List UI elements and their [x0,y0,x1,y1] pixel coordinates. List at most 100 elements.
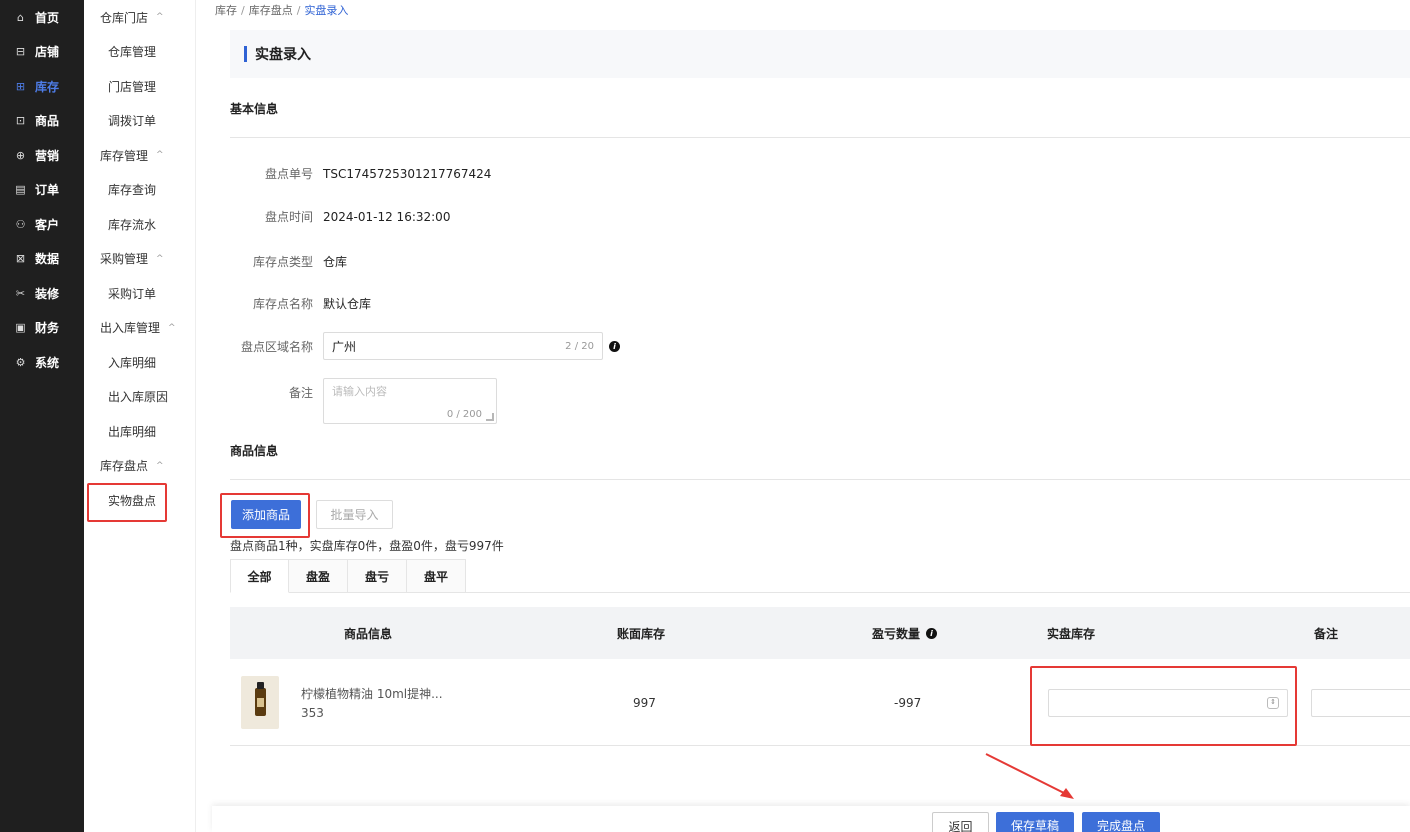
product-cell: 柠檬植物精油 10ml提神... 353 [241,659,443,746]
name-label: 库存点名称 [252,297,313,311]
tab-2[interactable]: 盘亏 [348,559,407,593]
sidebar-item-label: 入库明细 [108,355,157,370]
order-no-label: 盘点单号 [264,167,313,181]
save-draft-button[interactable]: 保存草稿 [996,812,1074,832]
nav-item-label: 客户 [35,217,60,232]
product-name[interactable]: 柠檬植物精油 10ml提神... [301,685,443,702]
sidebar-item[interactable]: 仓库管理 [84,35,195,70]
table-row: 柠檬植物精油 10ml提神... 353 997 -997 ⇕ [230,659,1410,746]
basic-info-title: 基本信息 [230,102,279,116]
type-label: 库存点类型 [252,255,313,269]
inventory-icon: ⊞ [15,79,26,93]
product-code: 353 [301,706,324,720]
nav-group-label: 采购管理 [100,252,149,267]
sidebar-item[interactable]: 实物盘点 [84,483,195,518]
breadcrumb-stocktake[interactable]: 库存盘点 [249,4,293,17]
sidebar-item[interactable]: 入库明细 [84,345,195,380]
finish-stocktake-button[interactable]: 完成盘点 [1082,812,1160,832]
time-value: 2024-01-12 16:32:00 [323,209,451,224]
type-value: 仓库 [323,255,348,269]
area-label: 盘点区域名称 [240,339,313,354]
page-title: 实盘录入 [255,47,311,63]
nav-item-label: 装修 [35,286,60,301]
row-remark-input[interactable] [1311,688,1410,717]
nav-group-label: 出入库管理 [100,321,161,336]
bottle-icon [255,682,266,716]
actual-stock-cell: ⇕ [1048,659,1288,746]
secondary-sidebar: 仓库门店 ^ 仓库管理 门店管理 调拨订单 库存管理 ^ 库存查询 库存流水 采购管理 ^ 采购订单出… [84,0,196,832]
add-product-button[interactable]: 添加商品 [231,500,301,529]
product-icon: ⊡ [15,114,26,128]
nav-item-0[interactable]: ⌂ 首页 [0,0,84,35]
name-value: 默认仓库 [323,297,372,311]
col-actual-stock: 实盘库存 [1047,626,1096,641]
area-input-count: 2 / 20 [565,340,594,352]
nav-item-9[interactable]: ▣ 财务 [0,311,84,346]
tab-3[interactable]: 盘平 [407,559,466,593]
info-icon[interactable]: i [609,340,620,352]
footer-bar [212,806,1410,832]
sidebar-item[interactable]: 门店管理 [84,69,195,104]
remark-row: 备注 请输入内容 0 / 200 [230,378,497,424]
breadcrumb-inventory[interactable]: 库存 [215,4,237,17]
actual-stock-input[interactable]: ⇕ [1048,688,1288,717]
type-row: 库存点类型 仓库 [230,253,347,270]
divider [230,479,1410,480]
stepper-icon[interactable]: ⇕ [1267,696,1279,709]
nav-item-8[interactable]: ✂ 装修 [0,276,84,311]
nav-group[interactable]: 仓库门店 ^ [84,0,195,35]
filter-tabs: 全部 盘盈 盘亏 盘平 [230,559,1410,593]
remark-textarea[interactable]: 请输入内容 0 / 200 [323,378,497,424]
nav-item-6[interactable]: ⚇ 客户 [0,207,84,242]
resize-handle-icon[interactable] [486,413,494,421]
nav-item-1[interactable]: ⊟ 店铺 [0,35,84,70]
nav-group[interactable]: 出入库管理 ^ [84,311,195,346]
area-input-value: 广州 [332,339,357,354]
table-header: 商品信息 账面库存 盈亏数量 i 实盘库存 备注 [230,607,1410,659]
nav-group[interactable]: 库存盘点 ^ [84,449,195,484]
nav-item-7[interactable]: ⊠ 数据 [0,242,84,277]
nav-group-label: 库存管理 [100,148,149,163]
back-button[interactable]: 返回 [932,812,989,832]
tab-0[interactable]: 全部 [230,559,289,593]
breadcrumb: 库存 / 库存盘点 / 实盘录入 [215,4,349,17]
nav-item-label: 系统 [35,355,60,370]
nav-item-10[interactable]: ⚙ 系统 [0,345,84,380]
nav-item-2[interactable]: ⊞ 库存 [0,69,84,104]
title-accent-bar [244,46,247,62]
sidebar-item-label: 实物盘点 [108,493,157,508]
page-title-bar: 实盘录入 [230,30,1410,78]
sidebar-item[interactable]: 库存流水 [84,207,195,242]
nav-item-label: 财务 [35,321,60,336]
area-input[interactable]: 广州 2 / 20 [323,332,603,360]
nav-group[interactable]: 库存管理 ^ [84,138,195,173]
sidebar-item-label: 库存查询 [108,183,157,198]
sidebar-item[interactable]: 库存查询 [84,173,195,208]
nav-item-3[interactable]: ⊡ 商品 [0,104,84,139]
book-stock-cell: 997 [633,695,656,710]
sidebar-item-label: 采购订单 [108,286,157,301]
nav-group-label: 库存盘点 [100,459,149,474]
nav-group[interactable]: 采购管理 ^ [84,242,195,277]
tab-1[interactable]: 盘盈 [289,559,348,593]
sidebar-item[interactable]: 出库明细 [84,414,195,449]
chevron-up-icon: ^ [156,460,164,471]
batch-import-button[interactable]: 批量导入 [316,500,393,529]
order-no-row: 盘点单号 TSC1745725301217767424 [230,165,491,182]
sidebar-item-label: 出入库原因 [108,390,169,405]
chevron-up-icon: ^ [156,12,164,23]
nav-item-4[interactable]: ⊕ 营销 [0,138,84,173]
sidebar-item[interactable]: 采购订单 [84,276,195,311]
order-no-value: TSC1745725301217767424 [323,166,492,181]
sidebar-item[interactable]: 出入库原因 [84,380,195,415]
name-row: 库存点名称 默认仓库 [230,295,371,312]
sidebar-item-label: 仓库管理 [108,45,157,60]
chevron-up-icon: ^ [168,322,176,333]
sidebar-item[interactable]: 调拨订单 [84,104,195,139]
stocktake-summary: 盘点商品1种，实盘库存0件，盘盈0件，盘亏997件 [230,539,504,553]
nav-group-label: 仓库门店 [100,10,149,25]
diff-info-icon[interactable]: i [926,627,938,639]
chevron-up-icon: ^ [156,150,164,161]
nav-item-5[interactable]: ▤ 订单 [0,173,84,208]
area-row: 盘点区域名称 广州 2 / 20 i [230,332,620,360]
